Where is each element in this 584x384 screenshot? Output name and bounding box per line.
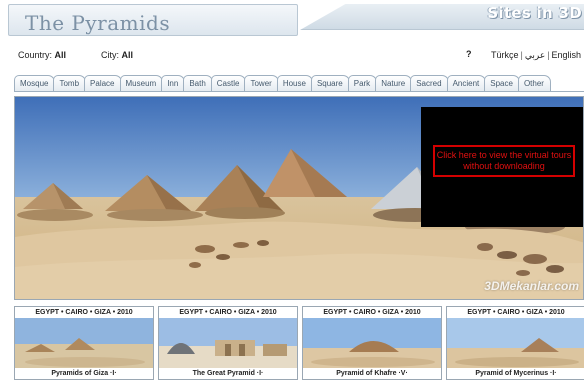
watermark: 3DMekanlar.com — [484, 279, 579, 293]
tab-park[interactable]: Park — [347, 75, 378, 92]
virtual-tour-button[interactable]: Click here to view the virtual tours wit… — [433, 145, 575, 177]
tab-mosque[interactable]: Mosque — [14, 75, 56, 92]
thumbnail-caption: EGYPT • CAIRO • GIZA • 2010 — [467, 309, 565, 316]
country-filter[interactable]: Country: All — [18, 50, 66, 60]
tab-nature[interactable]: Nature — [375, 75, 413, 92]
country-label: Country: — [18, 50, 53, 60]
thumbnail-caption: EGYPT • CAIRO • GIZA • 2010 — [179, 309, 277, 316]
thumbnail-image[interactable] — [303, 318, 441, 370]
tab-square[interactable]: Square — [310, 75, 350, 92]
country-value[interactable]: All — [55, 50, 67, 60]
filter-bar: Country: All City: All ? Türkçe | عربي | Eng… — [0, 44, 584, 64]
city-label: City: — [101, 50, 119, 60]
thumbnail-card[interactable]: EGYPT • CAIRO • GIZA • 2010 Pyramid of M… — [446, 306, 584, 380]
thumbnail-card[interactable]: EGYPT • CAIRO • GIZA • 2010 Pyramid of K… — [302, 306, 442, 380]
city-value[interactable]: All — [122, 50, 134, 60]
lang-turkish[interactable]: Türkçe — [491, 50, 519, 60]
thumbnail-title[interactable]: The Great Pyramid ·I· — [159, 368, 297, 379]
tab-tomb[interactable]: Tomb — [53, 75, 87, 92]
thumbnail-caption: EGYPT • CAIRO • GIZA • 2010 — [35, 309, 133, 316]
thumbnail-image[interactable] — [15, 318, 153, 370]
city-filter[interactable]: City: All — [101, 50, 133, 60]
tab-ancient[interactable]: Ancient — [446, 75, 487, 92]
sites-in-3d-logo[interactable]: Sites in 3D — [487, 4, 582, 22]
help-link[interactable]: ? — [466, 49, 472, 59]
page-title[interactable]: The Pyramids — [25, 11, 170, 35]
tab-other[interactable]: Other — [517, 75, 551, 92]
thumbnail-caption: EGYPT • CAIRO • GIZA • 2010 — [323, 309, 421, 316]
thumbnail-image[interactable] — [159, 318, 297, 370]
tab-bath[interactable]: Bath — [183, 75, 213, 92]
thumbnail-image[interactable] — [447, 318, 584, 370]
language-selector: Türkçe | عربي | English — [491, 50, 581, 61]
lang-english[interactable]: English — [552, 50, 582, 60]
tabs-underline — [14, 91, 584, 92]
tab-sacred[interactable]: Sacred — [410, 75, 449, 92]
panorama-viewer[interactable]: Click here to view the virtual tours wit… — [14, 96, 584, 300]
tab-space[interactable]: Space — [484, 75, 520, 92]
tab-palace[interactable]: Palace — [84, 75, 122, 92]
tab-castle[interactable]: Castle — [210, 75, 247, 92]
site-header: The Pyramids Sites in 3D — [0, 0, 584, 38]
thumbnail-title[interactable]: Pyramid of Khafre ·V· — [303, 368, 441, 379]
thumbnail-strip: EGYPT • CAIRO • GIZA • 2010 Pyramids of … — [14, 306, 584, 384]
virtual-tour-panel: Click here to view the virtual tours wit… — [421, 107, 583, 227]
tab-inn[interactable]: Inn — [161, 75, 186, 92]
tab-tower[interactable]: Tower — [244, 75, 279, 92]
title-banner: The Pyramids — [8, 4, 298, 36]
thumbnail-title[interactable]: Pyramids of Giza ·I· — [15, 368, 153, 379]
thumbnail-card[interactable]: EGYPT • CAIRO • GIZA • 2010 Pyramids of … — [14, 306, 154, 380]
tab-house[interactable]: House — [276, 75, 313, 92]
lang-arabic[interactable]: عربي — [525, 50, 545, 60]
category-tabs: Mosque Tomb Palace Museum Inn Bath Castle Tower… — [14, 75, 584, 92]
thumbnail-title[interactable]: Pyramid of Mycerinus ·I· — [447, 368, 584, 379]
tab-museum[interactable]: Museum — [119, 75, 164, 92]
thumbnail-card[interactable]: EGYPT • CAIRO • GIZA • 2010 The Great Py… — [158, 306, 298, 380]
